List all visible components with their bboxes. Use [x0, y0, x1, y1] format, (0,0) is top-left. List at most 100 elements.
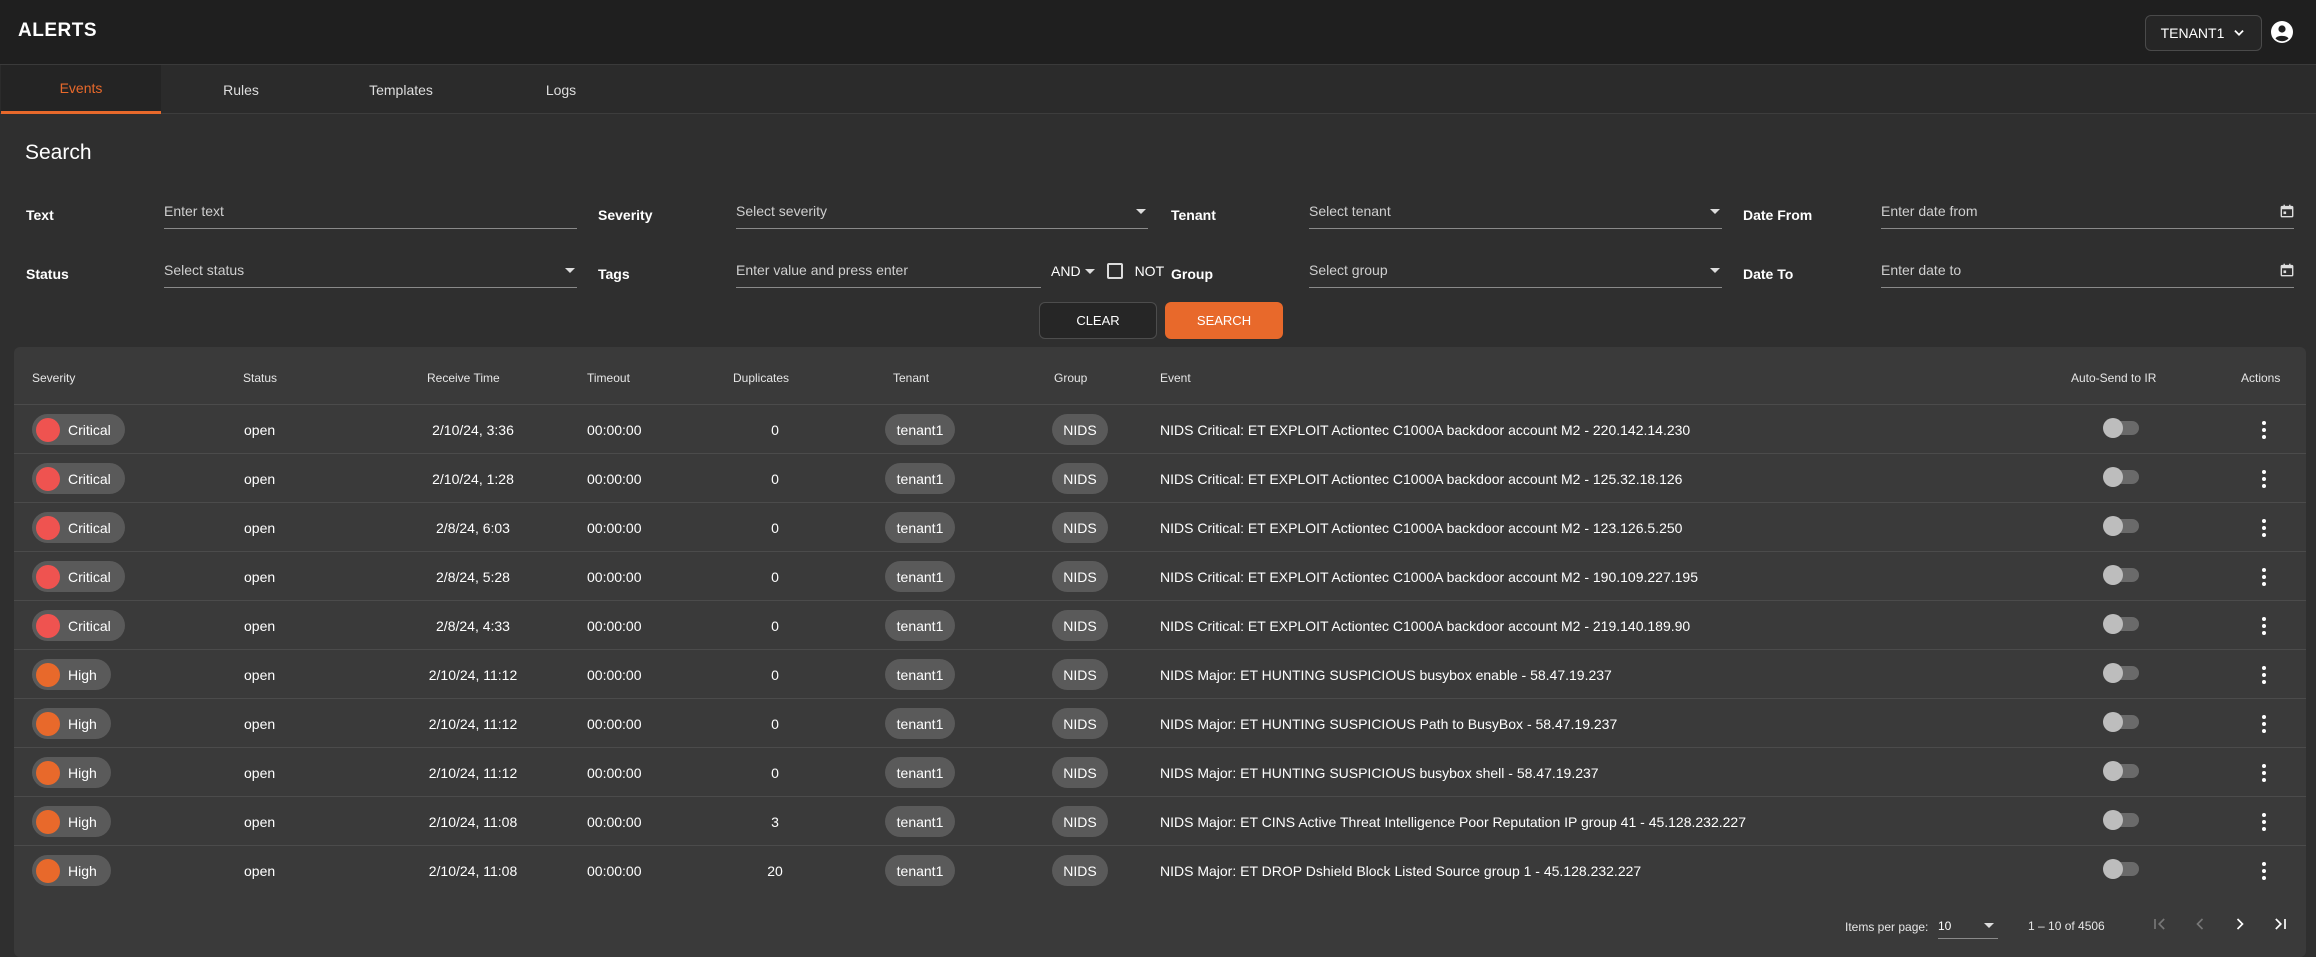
more-actions-icon[interactable]: [2258, 565, 2270, 589]
tab-events[interactable]: Events: [1, 65, 161, 114]
col-header-status[interactable]: Status: [243, 371, 277, 385]
tenant-chip: tenant1: [885, 855, 955, 886]
table-row[interactable]: Critical open 2/8/24, 5:28 00:00:00 0 tenant1…: [14, 551, 2306, 600]
event-value[interactable]: NIDS Critical: ET EXPLOIT Actiontec C100…: [1160, 552, 1698, 601]
previous-page-button[interactable]: [2187, 911, 2213, 937]
tab-rules[interactable]: Rules: [161, 65, 321, 114]
timeout-value: 00:00:00: [587, 764, 642, 781]
auto-send-toggle[interactable]: [2103, 418, 2139, 438]
chevron-right-icon: [2236, 918, 2244, 930]
col-header-duplicates[interactable]: Duplicates: [733, 371, 789, 385]
tags-operator: AND NOT: [1051, 263, 1164, 279]
calendar-icon[interactable]: [2280, 263, 2294, 277]
event-value[interactable]: NIDS Critical: ET EXPLOIT Actiontec C100…: [1160, 405, 1690, 454]
table-row[interactable]: High open 2/10/24, 11:12 00:00:00 0 tenant1 NI…: [14, 649, 2306, 698]
event-value[interactable]: NIDS Critical: ET EXPLOIT Actiontec C100…: [1160, 601, 1690, 650]
next-page-button[interactable]: [2227, 911, 2253, 937]
col-header-group[interactable]: Group: [1054, 371, 1087, 385]
severity-select[interactable]: Select severity: [736, 197, 1148, 229]
and-select[interactable]: AND: [1051, 263, 1081, 279]
toggle-knob: [2103, 418, 2123, 438]
not-checkbox[interactable]: [1106, 263, 1123, 279]
status-value: open: [244, 715, 276, 732]
table-row[interactable]: High open 2/10/24, 11:12 00:00:00 0 tenant1 NI…: [14, 747, 2306, 796]
tenant-chip: tenant1: [885, 610, 955, 641]
auto-send-toggle[interactable]: [2103, 810, 2139, 830]
more-actions-icon[interactable]: [2258, 614, 2270, 638]
tenant-select[interactable]: Select tenant: [1309, 197, 1722, 229]
date-to-input[interactable]: Enter date to: [1881, 256, 2294, 288]
receive-time-value: 2/8/24, 5:28: [436, 568, 510, 585]
table-row[interactable]: High open 2/10/24, 11:08 00:00:00 3 tenant1 NI…: [14, 796, 2306, 845]
more-actions-icon[interactable]: [2258, 859, 2270, 883]
group-chip: NIDS: [1052, 610, 1108, 641]
timeout-value: 00:00:00: [587, 568, 642, 585]
calendar-icon[interactable]: [2280, 204, 2294, 218]
date-from-input[interactable]: Enter date from: [1881, 197, 2294, 229]
event-value[interactable]: NIDS Major: ET CINS Active Threat Intell…: [1160, 797, 1746, 846]
more-actions-icon[interactable]: [2258, 712, 2270, 736]
col-header-receive-time[interactable]: Receive Time: [427, 371, 500, 385]
table-row[interactable]: Critical open 2/10/24, 3:36 00:00:00 0 tenant…: [14, 404, 2306, 453]
event-value[interactable]: NIDS Critical: ET EXPLOIT Actiontec C100…: [1160, 503, 1682, 552]
table-row[interactable]: High open 2/10/24, 11:08 00:00:00 20 tenant1 N…: [14, 845, 2306, 894]
group-select[interactable]: Select group: [1309, 256, 1722, 288]
auto-send-toggle[interactable]: [2103, 859, 2139, 879]
col-header-auto-send[interactable]: Auto-Send to IR: [2071, 371, 2156, 385]
auto-send-toggle[interactable]: [2103, 712, 2139, 732]
event-value[interactable]: NIDS Major: ET HUNTING SUSPICIOUS Path t…: [1160, 699, 1617, 748]
tags-input[interactable]: Enter value and press enter: [736, 256, 1041, 288]
severity-value: High: [68, 764, 97, 781]
timeout-value: 00:00:00: [587, 470, 642, 487]
auto-send-toggle[interactable]: [2103, 565, 2139, 585]
auto-send-toggle[interactable]: [2103, 516, 2139, 536]
toggle-knob: [2103, 712, 2123, 732]
clear-button[interactable]: CLEAR: [1039, 302, 1157, 339]
severity-chip: Critical: [32, 561, 125, 592]
dropdown-arrow-icon: [1136, 209, 1146, 214]
items-per-page-select[interactable]: 10: [1938, 911, 1998, 939]
receive-time-value: 2/8/24, 6:03: [436, 519, 510, 536]
group-chip: NIDS: [1052, 512, 1108, 543]
status-select[interactable]: Select status: [164, 256, 577, 288]
col-header-severity[interactable]: Severity: [32, 371, 75, 385]
col-header-event[interactable]: Event: [1160, 371, 1191, 385]
receive-time-value: 2/10/24, 11:12: [428, 666, 518, 683]
more-actions-icon[interactable]: [2258, 810, 2270, 834]
table-row[interactable]: High open 2/10/24, 11:12 00:00:00 0 tenant1 NI…: [14, 698, 2306, 747]
more-actions-icon[interactable]: [2258, 467, 2270, 491]
auto-send-toggle[interactable]: [2103, 663, 2139, 683]
table-row[interactable]: Critical open 2/8/24, 4:33 00:00:00 0 tenant1…: [14, 600, 2306, 649]
more-actions-icon[interactable]: [2258, 418, 2270, 442]
severity-dot-icon: [36, 711, 60, 736]
table-row[interactable]: Critical open 2/10/24, 1:28 00:00:00 0 tenant…: [14, 453, 2306, 502]
tenant-selector-button[interactable]: TENANT1: [2145, 15, 2262, 51]
search-button[interactable]: SEARCH: [1165, 302, 1283, 339]
event-value[interactable]: NIDS Critical: ET EXPLOIT Actiontec C100…: [1160, 454, 1682, 503]
tab-logs[interactable]: Logs: [481, 65, 641, 114]
last-page-button[interactable]: [2267, 911, 2293, 937]
timeout-value: 00:00:00: [587, 666, 642, 683]
more-actions-icon[interactable]: [2258, 761, 2270, 785]
auto-send-toggle[interactable]: [2103, 614, 2139, 634]
timeout-value: 00:00:00: [587, 617, 642, 634]
col-header-timeout[interactable]: Timeout: [587, 371, 630, 385]
text-input[interactable]: Enter text: [164, 197, 577, 229]
event-value[interactable]: NIDS Major: ET HUNTING SUSPICIOUS busybo…: [1160, 748, 1599, 797]
account-circle-icon[interactable]: [2270, 20, 2294, 44]
dropdown-arrow-icon[interactable]: [1084, 268, 1095, 274]
event-value[interactable]: NIDS Major: ET DROP Dshield Block Listed…: [1160, 846, 1641, 895]
auto-send-toggle[interactable]: [2103, 761, 2139, 781]
table-row[interactable]: Critical open 2/8/24, 6:03 00:00:00 0 tenant1…: [14, 502, 2306, 551]
tenant-chip: tenant1: [885, 561, 955, 592]
first-page-button[interactable]: [2147, 911, 2173, 937]
col-header-tenant[interactable]: Tenant: [893, 371, 929, 385]
more-actions-icon[interactable]: [2258, 663, 2270, 687]
severity-chip: High: [32, 708, 111, 739]
dropdown-arrow-icon: [1710, 268, 1720, 273]
severity-dot-icon: [36, 613, 60, 638]
more-actions-icon[interactable]: [2258, 516, 2270, 540]
tab-templates[interactable]: Templates: [321, 65, 481, 114]
event-value[interactable]: NIDS Major: ET HUNTING SUSPICIOUS busybo…: [1160, 650, 1612, 699]
auto-send-toggle[interactable]: [2103, 467, 2139, 487]
